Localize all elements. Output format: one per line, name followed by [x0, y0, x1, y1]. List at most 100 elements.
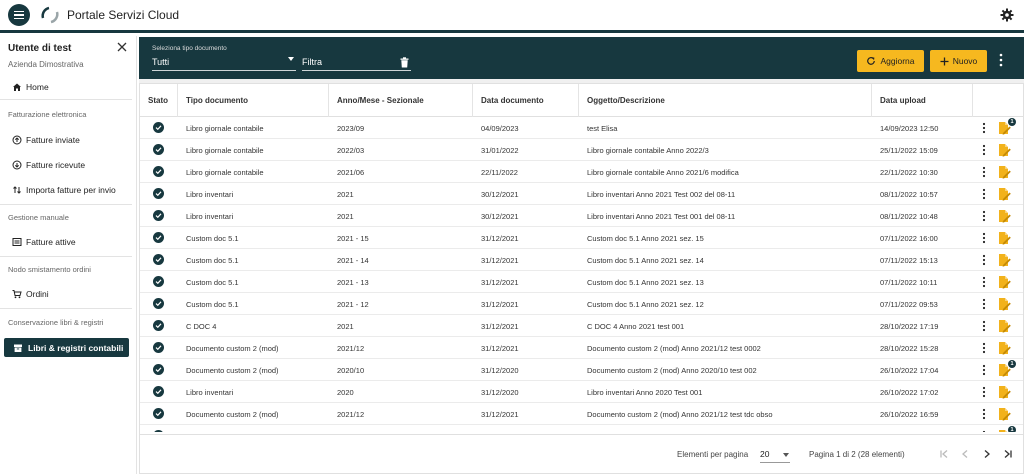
table-row[interactable]: Libro inventari 2021 30/12/2021 Libro inven… — [140, 183, 1023, 205]
document-edit-icon[interactable] — [997, 231, 1011, 245]
cell-upload: 07/11/2022 09:53 — [880, 300, 938, 309]
cell-oggetto: Libro inventari Anno 2020 Test 001 — [587, 388, 703, 397]
cell-upload: 07/11/2022 15:13 — [880, 256, 938, 265]
table-row[interactable]: Documento custom 2 (mod) 2021/12 31/12/202… — [140, 403, 1023, 425]
table-row[interactable]: C DOC 4 2021 31/12/2021 C DOC 4 Anno 2021 t… — [140, 315, 1023, 337]
more-vertical-icon[interactable] — [982, 386, 986, 398]
column-header-upload[interactable]: Data upload — [880, 96, 926, 105]
per-page-select[interactable]: 20 — [760, 449, 769, 459]
table-row[interactable]: Altro documento fiscale2021/1131/12/2021… — [140, 425, 1023, 432]
sidebar-item-ordini[interactable]: Ordini — [12, 289, 49, 299]
more-vertical-icon[interactable] — [982, 254, 986, 266]
cell-oggetto: Libro giornale contabile Anno 2021/6 mod… — [587, 168, 739, 177]
cell-anno: 2020/10 — [337, 366, 365, 375]
document-edit-icon[interactable] — [997, 319, 1011, 333]
documents-table: Stato Tipo documento Anno/Mese - Seziona… — [139, 83, 1024, 474]
table-row[interactable]: Documento custom 2 (mod) 2021/12 31/12/202… — [140, 337, 1023, 359]
more-vertical-icon[interactable] — [982, 408, 986, 420]
cell-tipo: Documento custom 2 (mod) — [186, 366, 279, 375]
top-app-bar: Portale Servizi Cloud — [0, 0, 1024, 33]
cell-tipo: Libro giornale contabile — [186, 124, 264, 133]
document-type-select[interactable]: Tutti — [152, 57, 169, 67]
refresh-button[interactable]: Aggiorna — [857, 50, 924, 72]
document-edit-icon[interactable] — [997, 187, 1011, 201]
more-vertical-icon[interactable] — [982, 144, 986, 156]
trash-icon[interactable] — [400, 57, 409, 68]
upload-circle-icon — [12, 135, 22, 145]
filter-input[interactable]: Filtra — [302, 57, 322, 67]
column-header-stato[interactable]: Stato — [148, 96, 168, 105]
cell-anno: 2021 - 14 — [337, 256, 369, 265]
table-row[interactable]: Documento custom 2 (mod) 2020/10 31/12/202… — [140, 359, 1023, 381]
more-vertical-icon[interactable] — [982, 122, 986, 134]
document-edit-icon[interactable] — [997, 209, 1011, 223]
sidebar-item-home[interactable]: Home — [12, 82, 49, 92]
table-row[interactable]: Custom doc 5.1 2021 - 14 31/12/2021 Custom … — [140, 249, 1023, 271]
table-row[interactable]: Libro giornale contabile 2022/03 31/01/202… — [140, 139, 1023, 161]
list-box-icon — [12, 238, 22, 246]
new-button[interactable]: Nuovo — [930, 50, 987, 72]
section-label: Conservazione libri & registri — [8, 318, 104, 327]
document-edit-icon[interactable] — [997, 407, 1011, 421]
close-icon[interactable] — [117, 42, 127, 52]
cell-tipo: Libro inventari — [186, 190, 234, 199]
table-row[interactable]: Libro giornale contabile 2023/09 04/09/202… — [140, 117, 1023, 139]
table-row[interactable]: Libro inventari 2020 31/12/2020 Libro inven… — [140, 381, 1023, 403]
chevron-down-icon[interactable] — [288, 57, 294, 61]
status-check-icon — [153, 386, 164, 397]
sidebar: Utente di test Azienda Dimostrativa Home… — [0, 36, 137, 474]
cell-tipo: Libro inventari — [186, 388, 234, 397]
table-row[interactable]: Custom doc 5.1 2021 - 13 31/12/2021 Custom … — [140, 271, 1023, 293]
more-vertical-icon[interactable] — [999, 53, 1003, 67]
menu-icon[interactable] — [8, 4, 30, 26]
cell-tipo: Libro inventari — [186, 212, 234, 221]
table-row[interactable]: Custom doc 5.1 2021 - 12 31/12/2021 Custom … — [140, 293, 1023, 315]
table-row[interactable]: Custom doc 5.1 2021 - 15 31/12/2021 Custom … — [140, 227, 1023, 249]
archive-icon — [14, 344, 22, 352]
status-check-icon — [153, 320, 164, 331]
last-page-icon[interactable] — [1002, 448, 1014, 460]
table-row[interactable]: Libro inventari 2021 30/12/2021 Libro inven… — [140, 205, 1023, 227]
more-vertical-icon[interactable] — [982, 210, 986, 222]
gear-icon[interactable] — [1000, 8, 1014, 22]
document-edit-icon[interactable] — [997, 297, 1011, 311]
sidebar-item-fatture-attive[interactable]: Fatture attive — [12, 237, 76, 247]
status-check-icon — [153, 430, 164, 432]
cell-anno: 2021 — [337, 190, 354, 199]
document-edit-icon[interactable] — [997, 385, 1011, 399]
next-page-icon[interactable] — [981, 448, 993, 460]
more-vertical-icon[interactable] — [982, 166, 986, 178]
document-edit-icon[interactable] — [997, 275, 1011, 289]
sidebar-item-fatture-inviate[interactable]: Fatture inviate — [12, 135, 80, 145]
document-edit-icon[interactable] — [997, 253, 1011, 267]
cell-data: 31/12/2021 — [481, 322, 519, 331]
more-vertical-icon[interactable] — [982, 430, 986, 432]
first-page-icon[interactable] — [938, 448, 950, 460]
cell-oggetto: Custom doc 5.1 Anno 2021 sez. 14 — [587, 256, 704, 265]
table-row[interactable]: Libro giornale contabile 2021/06 22/11/202… — [140, 161, 1023, 183]
sidebar-item-fatture-ricevute[interactable]: Fatture ricevute — [12, 160, 85, 170]
more-vertical-icon[interactable] — [982, 364, 986, 376]
more-vertical-icon[interactable] — [982, 232, 986, 244]
more-vertical-icon[interactable] — [982, 276, 986, 288]
chevron-down-icon[interactable] — [783, 453, 789, 457]
document-edit-icon[interactable] — [997, 165, 1011, 179]
document-edit-icon[interactable] — [997, 341, 1011, 355]
more-vertical-icon[interactable] — [982, 188, 986, 200]
status-check-icon — [153, 298, 164, 309]
cell-oggetto: Libro giornale contabile Anno 2022/3 — [587, 146, 709, 155]
column-header-oggetto[interactable]: Oggetto/Descrizione — [587, 96, 665, 105]
document-edit-icon[interactable] — [997, 143, 1011, 157]
more-vertical-icon[interactable] — [982, 298, 986, 310]
status-check-icon — [153, 276, 164, 287]
more-vertical-icon[interactable] — [982, 320, 986, 332]
column-header-tipo[interactable]: Tipo documento — [186, 96, 248, 105]
sidebar-item-libri-registri[interactable]: Libri & registri contabili — [4, 338, 129, 357]
notification-badge: 1 — [1008, 118, 1016, 126]
column-header-data[interactable]: Data documento — [481, 96, 544, 105]
more-vertical-icon[interactable] — [982, 342, 986, 354]
column-header-anno[interactable]: Anno/Mese - Sezionale — [337, 96, 424, 105]
previous-page-icon[interactable] — [959, 448, 971, 460]
cell-data: 30/12/2021 — [481, 190, 519, 199]
sidebar-item-importa-fatture[interactable]: Importa fatture per invio — [12, 185, 116, 195]
